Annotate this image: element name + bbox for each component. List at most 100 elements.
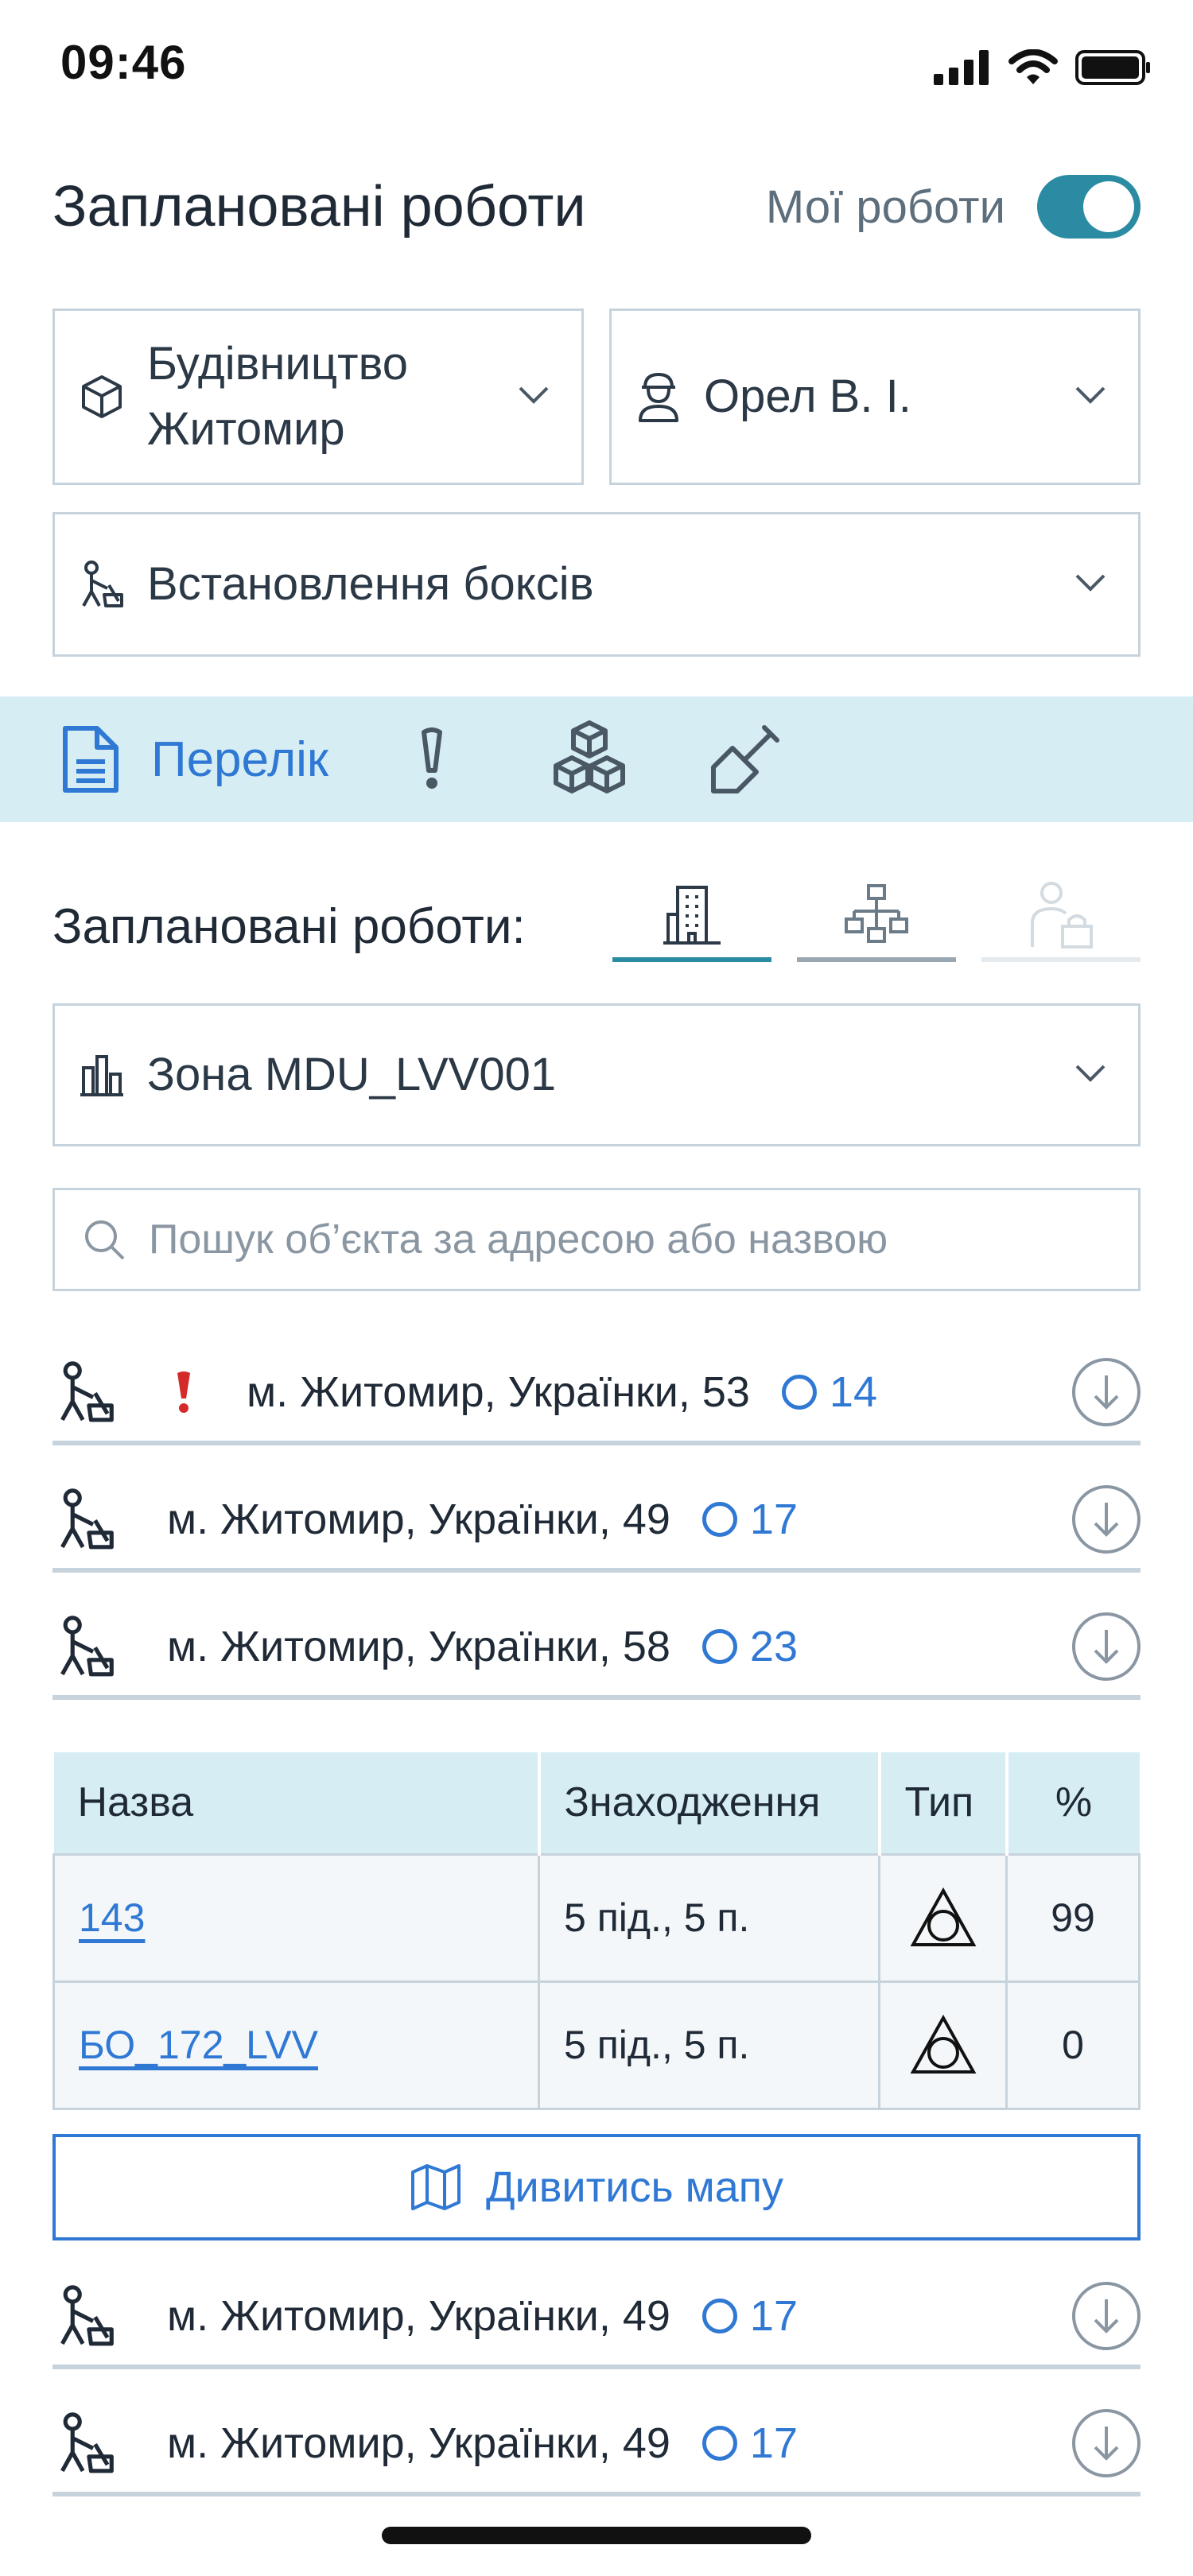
download-button[interactable] xyxy=(1072,1358,1141,1426)
status-bar: 09:46 xyxy=(0,0,1193,119)
list-item[interactable]: м. Житомир, Українки, 53 14 xyxy=(52,1344,1141,1445)
arrow-down-icon xyxy=(1094,1503,1119,1537)
view-map-button[interactable]: Дивитись мапу xyxy=(52,2134,1141,2240)
ring-icon xyxy=(781,1375,817,1410)
object-count: 17 xyxy=(701,1495,798,1544)
home-indicator[interactable] xyxy=(382,2527,811,2544)
download-button[interactable] xyxy=(1072,1612,1141,1681)
bar-chart-icon xyxy=(74,1052,130,1098)
table-row: 143 5 під., 5 п. 99 xyxy=(52,1852,1141,1983)
box-type-icon xyxy=(910,1887,976,1946)
arrow-down-icon xyxy=(1094,2427,1119,2461)
tab-tools[interactable] xyxy=(707,721,783,797)
view-tab-person-lock[interactable] xyxy=(981,867,1141,962)
object-count: 14 xyxy=(781,1368,877,1417)
view-tab-network[interactable] xyxy=(797,867,956,962)
document-icon xyxy=(63,726,119,793)
download-button[interactable] xyxy=(1072,2282,1141,2350)
header: Заплановані роботи Мої роботи xyxy=(52,167,1141,246)
arrow-down-icon xyxy=(1094,1630,1119,1664)
person-lock-icon xyxy=(1031,882,1093,949)
list-item[interactable]: м. Житомир, Українки, 58 23 xyxy=(52,1598,1141,1700)
network-icon xyxy=(845,884,908,943)
zone-value: Зона MDU_LVV001 xyxy=(147,1049,557,1100)
work-type-value: Встановлення боксів xyxy=(147,558,594,610)
box-type-icon xyxy=(910,2015,976,2074)
ring-icon xyxy=(701,1502,737,1537)
ring-icon xyxy=(701,1629,737,1664)
worker-select[interactable]: Орел В. І. xyxy=(609,308,1141,485)
project-select-value: Будівництво Житомир xyxy=(147,332,518,462)
cell-name: 143 xyxy=(52,1852,540,1983)
digger-icon xyxy=(52,2284,119,2348)
list-item[interactable]: м. Житомир, Українки, 49 17 xyxy=(52,2395,1141,2496)
battery-icon xyxy=(1075,50,1150,85)
wifi-icon xyxy=(1008,49,1058,84)
col-type: Тип xyxy=(879,1752,1008,1854)
view-tab-buildings[interactable] xyxy=(612,867,771,962)
box-link[interactable]: 143 xyxy=(79,1895,145,1940)
view-map-label: Дивитись мапу xyxy=(485,2163,784,2211)
col-name: Назва xyxy=(53,1752,541,1854)
shovel-icon xyxy=(711,725,780,793)
project-select[interactable]: Будівництво Житомир xyxy=(52,308,584,485)
object-address: м. Житомир, Українки, 49 xyxy=(167,1496,670,1543)
tab-bar: Перелік xyxy=(0,696,1193,822)
ring-icon xyxy=(701,2299,737,2334)
object-address: м. Житомир, Українки, 53 xyxy=(247,1368,750,1416)
search-icon xyxy=(82,1217,126,1262)
list-item[interactable]: м. Житомир, Українки, 49 17 xyxy=(52,1471,1141,1573)
cell-percent: 99 xyxy=(1005,1852,1141,1983)
col-percent: % xyxy=(1006,1752,1140,1854)
tab-list[interactable]: Перелік xyxy=(60,724,328,795)
my-works-toggle[interactable] xyxy=(1037,175,1141,239)
download-button[interactable] xyxy=(1072,2409,1141,2477)
section-row: Заплановані роботи: xyxy=(52,867,1141,962)
ring-icon xyxy=(701,2426,737,2461)
exclamation-icon xyxy=(422,727,443,789)
view-tab-underline xyxy=(981,957,1141,962)
chevron-down-icon xyxy=(1074,573,1106,596)
search-input[interactable]: Пошук об’єкта за адресою або назвою xyxy=(52,1188,1141,1291)
view-tab-underline xyxy=(797,957,956,962)
object-count-value: 17 xyxy=(749,2419,798,2467)
object-count-value: 23 xyxy=(749,1623,798,1670)
section-title: Заплановані роботи: xyxy=(52,899,526,954)
status-time: 09:46 xyxy=(60,36,187,89)
signal-icon xyxy=(934,50,989,85)
worker-icon xyxy=(631,371,686,422)
object-count-value: 17 xyxy=(749,1496,798,1543)
tab-boxes[interactable] xyxy=(548,720,631,799)
project-line1: Будівництво xyxy=(147,338,409,390)
cell-type xyxy=(878,1980,1008,2110)
cell-location: 5 під., 5 п. xyxy=(538,1980,880,2110)
cube-icon xyxy=(74,372,130,421)
work-type-select[interactable]: Встановлення боксів xyxy=(52,512,1141,657)
object-address: м. Житомир, Українки, 49 xyxy=(167,2292,670,2340)
chevron-down-icon xyxy=(1074,1064,1106,1087)
arrow-down-icon xyxy=(1094,1375,1119,1410)
map-icon xyxy=(410,2164,460,2210)
alert-icon xyxy=(175,1370,192,1414)
toggle-knob xyxy=(1083,181,1134,232)
cell-name: БО_172_LVV xyxy=(52,1980,540,2110)
tab-alerts[interactable] xyxy=(416,727,448,791)
list-item[interactable]: м. Житомир, Українки, 49 17 xyxy=(52,2268,1141,2369)
col-location: Знаходження xyxy=(538,1752,881,1854)
box-link[interactable]: БО_172_LVV xyxy=(79,2023,318,2067)
building-icon xyxy=(663,886,721,945)
my-works-toggle-wrap: Мої роботи xyxy=(766,175,1141,239)
table-header-row: Назва Знаходження Тип % xyxy=(53,1752,1140,1854)
cell-percent: 0 xyxy=(1005,1980,1141,2110)
chevron-down-icon xyxy=(1074,386,1106,409)
tab-list-label: Перелік xyxy=(151,731,329,787)
digger-icon xyxy=(52,2411,119,2475)
download-button[interactable] xyxy=(1072,1485,1141,1554)
arrow-down-icon xyxy=(1094,2299,1119,2334)
object-count-value: 17 xyxy=(749,2292,798,2340)
digger-icon xyxy=(74,560,130,609)
worker-select-value: Орел В. І. xyxy=(704,370,911,422)
object-count-value: 14 xyxy=(829,1368,877,1416)
zone-select[interactable]: Зона MDU_LVV001 xyxy=(52,1003,1141,1146)
project-line2: Житомир xyxy=(147,403,345,455)
